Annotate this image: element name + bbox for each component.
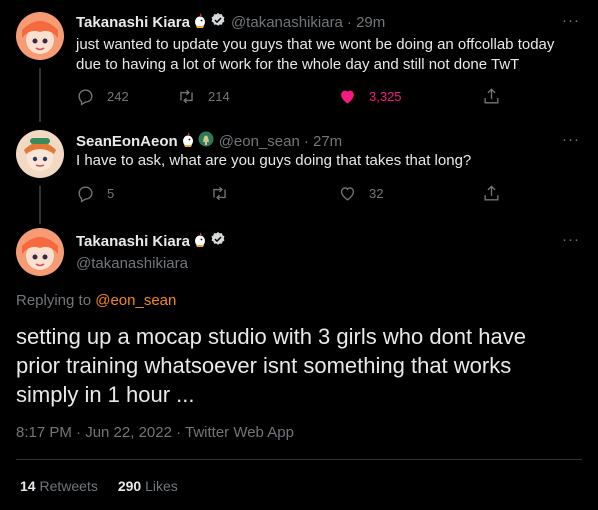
retweet-button[interactable]: 214 — [177, 87, 230, 106]
tweet-timestamp[interactable]: 8:17 PM · Jun 22, 2022 · Twitter Web App — [16, 424, 294, 441]
verified-icon — [210, 231, 226, 251]
tweet-header: Takanashi Kiara @takanashikiara · 29m — [76, 12, 385, 32]
engagement-stats: 14 Retweets 290 Likes — [20, 478, 198, 494]
retweets-count: 14 — [20, 478, 36, 494]
replying-prefix: Replying to — [16, 292, 92, 309]
handle[interactable]: @takanashikiara — [76, 255, 226, 272]
retweets-stat[interactable]: 14 Retweets — [20, 478, 98, 494]
tweet-time[interactable]: · 27m — [304, 133, 342, 150]
heart-filled-icon — [341, 90, 354, 104]
retweet-button[interactable] — [210, 184, 241, 203]
tweet-actions: 242 214 3,325 — [76, 87, 506, 107]
divider — [16, 459, 582, 460]
reply-button[interactable]: 242 — [76, 87, 129, 106]
tweet-actions: 5 32 — [76, 184, 506, 204]
share-icon — [484, 185, 499, 201]
share-icon — [484, 88, 499, 104]
display-name[interactable]: Takanashi Kiara — [76, 233, 190, 250]
retweets-label: Retweets — [39, 478, 98, 494]
share-button[interactable] — [482, 87, 501, 106]
tweet-text: just wanted to update you guys that we w… — [76, 36, 555, 73]
avatar[interactable] — [16, 130, 64, 178]
display-name[interactable]: SeanEonAeon — [76, 133, 178, 150]
reply-count: 242 — [107, 89, 129, 104]
lamp-badge-icon — [198, 131, 214, 151]
verified-icon — [210, 12, 226, 32]
heart-outline-icon — [340, 187, 355, 201]
tweet-time[interactable]: · 29m — [347, 14, 385, 31]
handle[interactable]: @eon_sean — [219, 133, 300, 150]
chicken-badge-icon — [193, 12, 207, 32]
like-button[interactable]: 3,325 — [338, 87, 402, 106]
likes-stat[interactable]: 290 Likes — [118, 478, 178, 494]
retweet-count: 214 — [208, 89, 230, 104]
likes-label: Likes — [145, 478, 178, 494]
tweet-1[interactable]: Takanashi Kiara @takanashikiara · 29m ··… — [0, 0, 598, 125]
avatar[interactable] — [16, 228, 64, 276]
more-options-button[interactable]: ··· — [562, 231, 580, 248]
main-tweet-author: Takanashi Kiara @takanashikiara — [76, 231, 226, 272]
tweet-2[interactable]: SeanEonAeon @eon_sean · 27m ··· I have t… — [0, 125, 598, 225]
like-count: 3,325 — [369, 89, 402, 104]
like-button[interactable]: 32 — [338, 184, 383, 203]
tweet-header: SeanEonAeon @eon_sean · 27m — [76, 131, 342, 151]
reply-icon — [78, 186, 93, 203]
reply-count: 5 — [107, 186, 115, 201]
more-options-button[interactable]: ··· — [562, 131, 580, 148]
tweet-text: I have to ask, what are you guys doing t… — [76, 152, 472, 169]
reply-icon — [78, 89, 93, 106]
like-count: 32 — [369, 186, 384, 201]
chicken-badge-icon — [181, 131, 195, 151]
replying-to: Replying to @eon_sean — [16, 292, 176, 309]
reply-button[interactable]: 5 — [76, 184, 114, 203]
main-tweet-text: setting up a mocap studio with 3 girls w… — [16, 324, 526, 407]
chicken-badge-icon — [193, 231, 207, 251]
retweet-icon — [180, 89, 193, 104]
handle[interactable]: @takanashikiara — [231, 14, 343, 31]
replying-handle-link[interactable]: @eon_sean — [95, 292, 176, 309]
share-button[interactable] — [482, 184, 501, 203]
display-name[interactable]: Takanashi Kiara — [76, 14, 190, 31]
more-options-button[interactable]: ··· — [562, 12, 580, 29]
likes-count: 290 — [117, 478, 142, 494]
retweet-icon — [213, 186, 226, 201]
avatar[interactable] — [16, 12, 64, 60]
